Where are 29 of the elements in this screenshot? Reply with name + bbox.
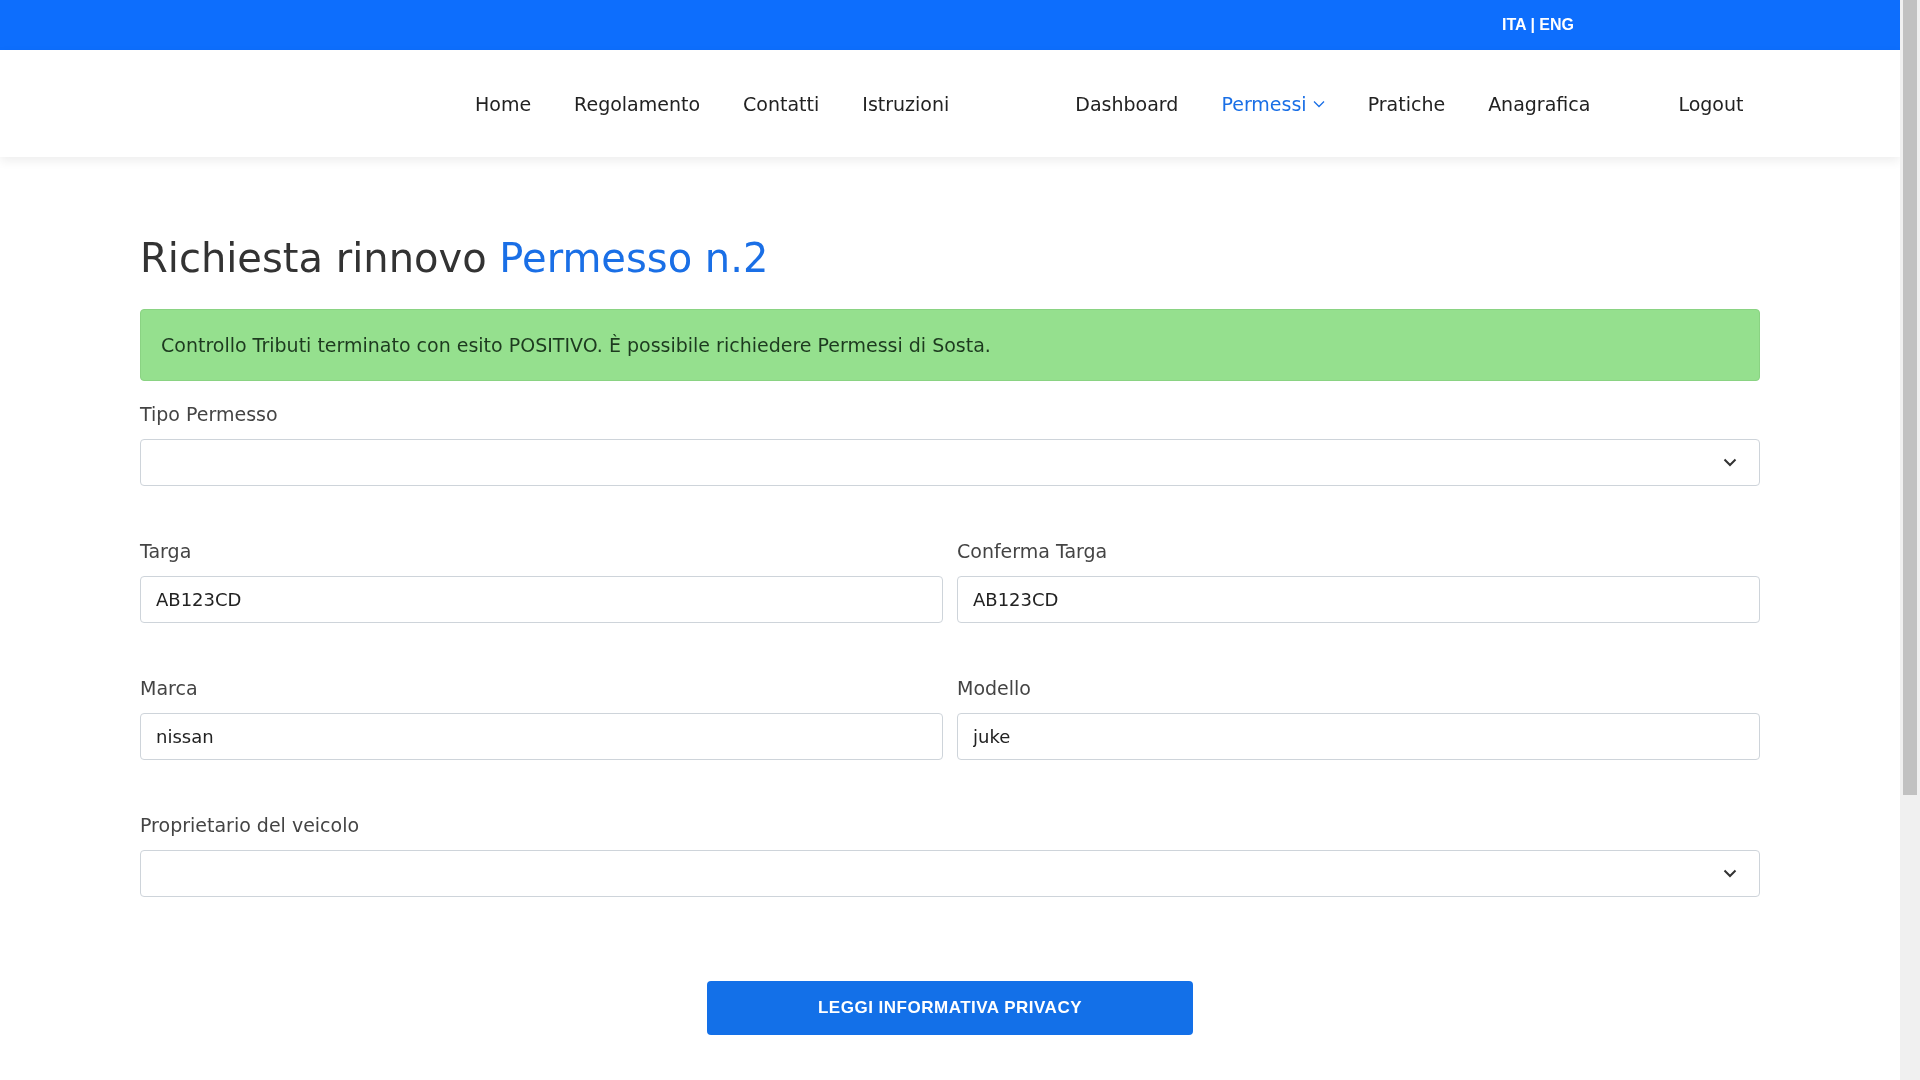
nav-link[interactable]: Logout <box>1678 92 1744 115</box>
field-label: Marca <box>140 677 199 699</box>
nav-link[interactable]: Contatti <box>743 92 820 115</box>
field-label: Targa <box>140 540 193 562</box>
success-alert: Controllo Tributi terminato con esito POSITIVO. È possibile richiedere Permessi di Sosta. <box>140 309 1760 381</box>
field-label: Proprietario del veicolo <box>140 814 361 836</box>
field-label: Conferma Targa <box>957 540 1109 562</box>
nav-link[interactable]: Permessi <box>1221 92 1325 115</box>
nav-link[interactable]: Istruzioni <box>862 92 950 115</box>
scrollbar-thumb[interactable] <box>1903 0 1917 795</box>
privacy-button[interactable]: LEGGI INFORMATIVA PRIVACY <box>707 981 1193 1035</box>
scrollbar[interactable] <box>1900 0 1920 1080</box>
chevron-down-icon <box>1723 458 1737 467</box>
page-title: Richiesta rinnovo Permesso n.2 <box>140 235 770 281</box>
nav-link[interactable]: Pratiche <box>1367 92 1446 115</box>
chevron-down-icon <box>1723 869 1737 878</box>
nav-link[interactable]: Regolamento <box>574 92 701 115</box>
text-field[interactable]: juke <box>957 713 1760 760</box>
text-field[interactable]: AB123CD <box>957 576 1760 623</box>
language-links: ITA | ENG <box>1501 16 1574 34</box>
select-field[interactable] <box>140 439 1760 486</box>
field-label: Tipo Permesso <box>140 403 279 425</box>
nav-link[interactable]: Anagrafica <box>1488 92 1591 115</box>
nav-link[interactable]: Dashboard <box>1075 92 1179 115</box>
text-field[interactable]: nissan <box>140 713 943 760</box>
field-label: Modello <box>957 677 1032 699</box>
nav-link[interactable]: Home <box>475 92 532 115</box>
select-field[interactable] <box>140 850 1760 897</box>
text-field[interactable]: AB123CD <box>140 576 943 623</box>
